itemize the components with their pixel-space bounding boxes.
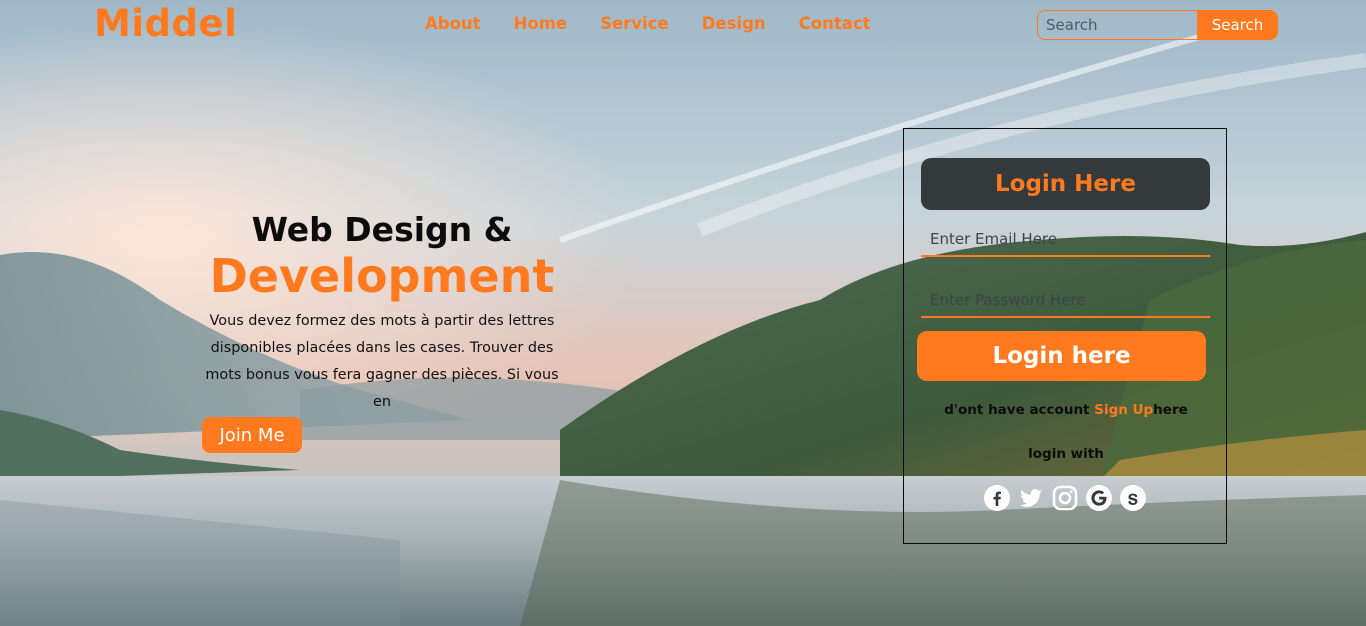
nav-link-service[interactable]: Service (600, 14, 669, 33)
password-field[interactable] (921, 284, 1210, 318)
signup-link[interactable]: Sign Up (1094, 402, 1153, 418)
login-with-label: login with (1028, 446, 1104, 462)
hero-title-line2: Development (209, 249, 555, 303)
login-form: Login Here Login here d'ont have account… (903, 128, 1227, 544)
nav-link-design[interactable]: Design (702, 14, 766, 33)
google-icon[interactable] (1086, 485, 1112, 511)
signup-prompt-suffix: here (1153, 402, 1188, 418)
hero-section: Web Design & Development Vous devez form… (196, 208, 568, 416)
signup-prompt: d'ont have account Sign Uphere (904, 402, 1228, 418)
nav-link-about[interactable]: About (425, 14, 481, 33)
twitter-icon[interactable] (1018, 485, 1044, 511)
signup-prompt-prefix: d'ont have account (944, 402, 1090, 418)
nav-link-home[interactable]: Home (514, 14, 568, 33)
email-field[interactable] (921, 223, 1210, 257)
instagram-icon[interactable] (1052, 485, 1078, 511)
main-nav: About Home Service Design Contact (425, 14, 904, 33)
login-button[interactable]: Login here (917, 331, 1206, 381)
hero-title-line1: Web Design & (251, 210, 513, 249)
search-bar: Search (1037, 10, 1278, 40)
skype-icon[interactable] (1120, 485, 1146, 511)
site-logo[interactable]: Middel (94, 2, 237, 45)
social-login-icons (984, 485, 1146, 511)
search-input[interactable] (1037, 10, 1197, 40)
hero-description: Vous devez formez des mots à partir des … (205, 313, 559, 410)
facebook-icon[interactable] (984, 485, 1010, 511)
search-button[interactable]: Search (1197, 10, 1278, 40)
join-me-button[interactable]: Join Me (202, 417, 302, 453)
nav-link-contact[interactable]: Contact (799, 14, 871, 33)
login-heading: Login Here (921, 158, 1210, 210)
